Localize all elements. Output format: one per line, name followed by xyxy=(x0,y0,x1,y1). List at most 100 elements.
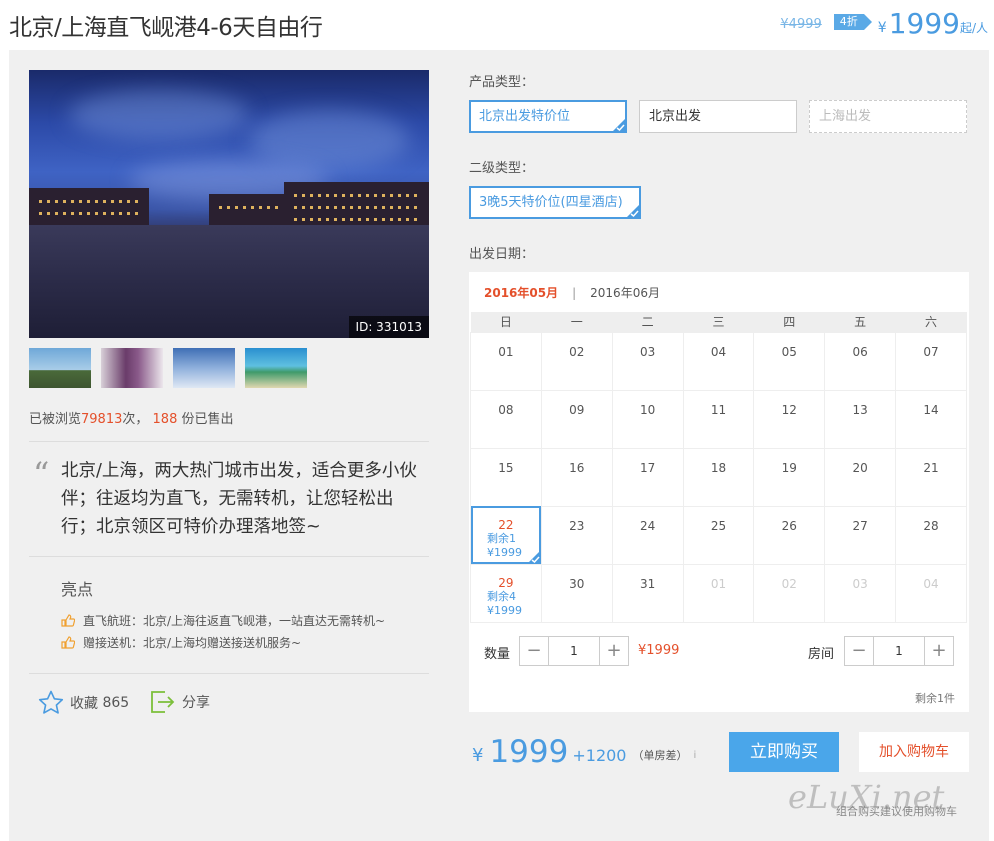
weekday-header: 一 xyxy=(541,312,613,332)
calendar-day: 11 xyxy=(682,389,755,449)
calendar-week: 01 02 03 04 05 06 07 xyxy=(470,331,967,391)
highlight-item: 赠接送机：北京/上海均赠送接送机服务~ xyxy=(61,634,301,651)
calendar-day: 28 xyxy=(895,505,967,565)
view-count: 79813 xyxy=(81,412,123,427)
header-price: ¥4999 4折 ¥ 1999 起/人 xyxy=(780,8,988,40)
calendar-day: 02 xyxy=(753,563,826,623)
calendar-day: 23 xyxy=(540,505,613,565)
room-label: 房间 xyxy=(808,647,835,662)
calendar-day: 07 xyxy=(895,331,967,391)
calendar-day-available[interactable]: 29 剩余4 ¥1999 xyxy=(470,563,542,623)
combo-tip: 组合购买建议使用购物车 xyxy=(836,805,957,818)
page-title: 北京/上海直飞岘港4-6天自由行 xyxy=(9,15,323,41)
total-price: ¥ 1999 +1200 （单房差） i xyxy=(472,734,696,770)
single-room-supplement: +1200 xyxy=(572,745,627,765)
sub-type-option[interactable]: 3晚5天特价位(四星酒店) xyxy=(469,186,641,219)
calendar-grid: 日一二三四五六 01 02 03 04 05 06 07 08 09 10 11 12 13 14 15 16… xyxy=(470,312,967,623)
sub-type-label: 二级类型： xyxy=(469,161,535,176)
divider xyxy=(29,673,429,674)
weekday-header: 日 xyxy=(470,312,542,332)
month-tab-next[interactable]: 2016年06月 xyxy=(590,286,660,300)
calendar-day: 15 xyxy=(470,447,542,507)
calendar-day: 31 xyxy=(611,563,684,623)
weekday-header: 六 xyxy=(895,312,967,332)
views-prefix: 已被浏览 xyxy=(29,412,82,427)
calendar-day: 06 xyxy=(824,331,897,391)
sold-count: 188 xyxy=(152,412,178,427)
calendar-day: 14 xyxy=(895,389,967,449)
check-corner-icon xyxy=(612,118,626,132)
month-tab-active[interactable]: 2016年05月 xyxy=(484,286,558,300)
total-price-value: 1999 xyxy=(489,734,569,770)
thumbs-up-icon xyxy=(61,614,75,627)
calendar-week: 15 16 17 18 19 20 21 xyxy=(470,447,967,507)
supplement-note: （单房差） xyxy=(632,749,688,762)
calendar-day: 09 xyxy=(540,389,613,449)
minus-icon[interactable]: − xyxy=(520,637,548,665)
product-type-option[interactable]: 北京出发特价位 xyxy=(469,100,627,133)
calendar-day: 20 xyxy=(824,447,897,507)
product-type-option-disabled: 上海出发 xyxy=(809,100,967,133)
favorite-button[interactable]: 收藏 865 xyxy=(38,690,129,715)
calendar-day: 03 xyxy=(611,331,684,391)
thumbnail-3[interactable] xyxy=(173,348,235,388)
thumbnail-4[interactable] xyxy=(245,348,307,388)
weekday-header: 三 xyxy=(683,312,754,332)
thumbnail-1[interactable] xyxy=(29,348,91,388)
buy-now-button[interactable]: 立即购买 xyxy=(729,732,839,772)
product-summary: 北京/上海，两大热门城市出发，适合更多小伙伴；往返均为直飞，无需转机，让您轻松出… xyxy=(61,461,417,537)
view-stats: 已被浏览79813次， 188 份已售出 xyxy=(29,408,234,427)
departure-calendar: 2016年05月 | 2016年06月 日一二三四五六 01 02 03 04 05 06 07… xyxy=(469,272,969,712)
views-mid: 次， xyxy=(122,412,149,427)
header-price-value: 1999 xyxy=(888,7,960,40)
weekday-header: 五 xyxy=(824,312,896,332)
highlight-label: 直飞航班：北京/上海往返直飞岘港，一站直达无需转机~ xyxy=(83,614,386,628)
favorite-label: 收藏 xyxy=(70,695,98,712)
option-label: 北京出发 xyxy=(649,109,702,124)
highlight-label: 赠接送机：北京/上海均赠送接送机服务~ xyxy=(83,636,302,650)
share-icon xyxy=(151,691,175,713)
thumbnail-2[interactable] xyxy=(101,348,163,388)
calendar-day: 12 xyxy=(753,389,826,449)
plus-icon[interactable]: + xyxy=(600,637,628,665)
option-label: 上海出发 xyxy=(819,109,872,124)
add-to-cart-button[interactable]: 加入购物车 xyxy=(859,732,969,772)
option-label: 3晚5天特价位(四星酒店) xyxy=(479,195,623,210)
calendar-week: 29 剩余4 ¥1999 30 31 01 02 03 04 xyxy=(470,563,967,623)
minus-icon[interactable]: − xyxy=(845,637,873,665)
currency-symbol: ¥ xyxy=(472,744,484,766)
date-label: 出发日期： xyxy=(469,247,535,262)
option-label: 北京出发特价位 xyxy=(479,109,571,124)
check-corner-icon xyxy=(526,549,541,564)
divider xyxy=(29,441,429,442)
calendar-day: 04 xyxy=(895,563,967,623)
quantity-value[interactable]: 1 xyxy=(548,637,600,665)
calendar-day: 30 xyxy=(540,563,613,623)
highlights-title: 亮点 xyxy=(61,580,94,599)
old-price: ¥4999 xyxy=(780,17,822,32)
calendar-day: 10 xyxy=(611,389,684,449)
calendar-day: 27 xyxy=(824,505,897,565)
calendar-day: 13 xyxy=(824,389,897,449)
quantity-stepper[interactable]: − 1 + xyxy=(519,636,629,666)
thumbs-up-icon xyxy=(61,636,75,649)
quote-icon: “ xyxy=(33,455,50,493)
calendar-day: 05 xyxy=(753,331,826,391)
product-type-option[interactable]: 北京出发 xyxy=(639,100,797,133)
share-button[interactable]: 分享 xyxy=(150,690,210,714)
plus-icon[interactable]: + xyxy=(925,637,953,665)
day-number: 29 xyxy=(498,575,514,590)
share-label: 分享 xyxy=(182,695,210,711)
hero-photo[interactable]: ID: 331013 xyxy=(29,70,429,338)
currency-symbol: ¥ xyxy=(877,20,887,36)
photo-id-tag: ID: 331013 xyxy=(348,316,429,338)
seats-left: 剩余4 xyxy=(487,589,516,603)
info-icon[interactable]: i xyxy=(693,750,696,761)
day-number: 22 xyxy=(498,517,514,532)
room-stepper[interactable]: − 1 + xyxy=(844,636,954,666)
calendar-day: 26 xyxy=(753,505,826,565)
calendar-day-available[interactable]: 22 剩余1 ¥1999 xyxy=(470,505,542,565)
calendar-day: 04 xyxy=(682,331,755,391)
room-value[interactable]: 1 xyxy=(873,637,925,665)
star-icon xyxy=(38,690,64,714)
